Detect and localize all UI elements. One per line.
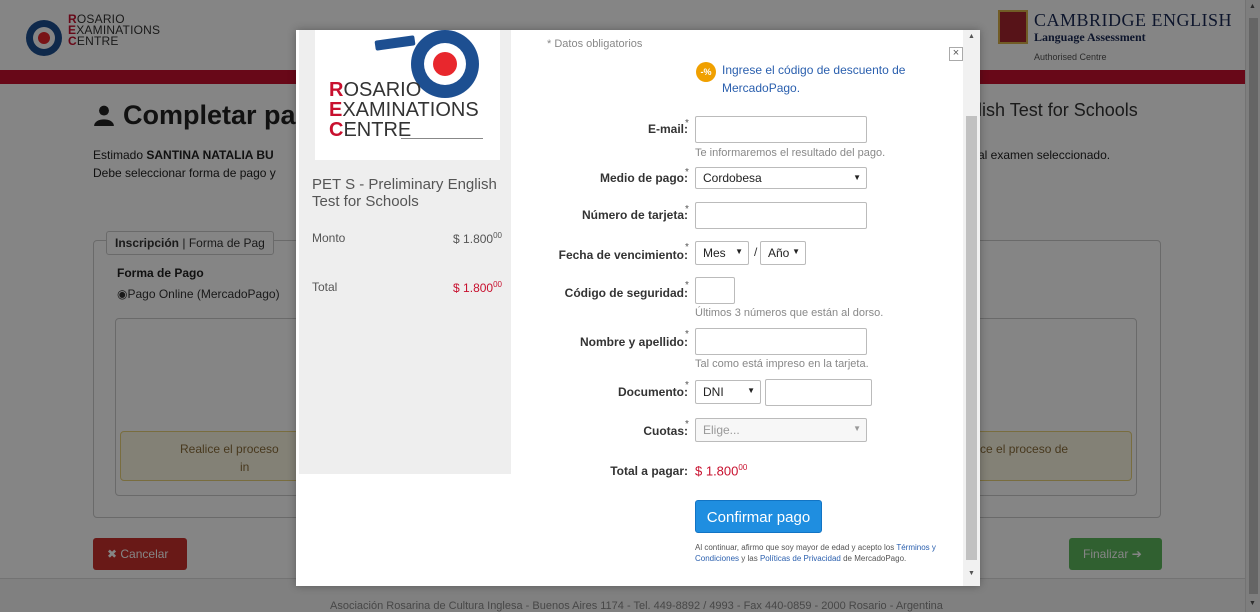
card-number-label: Número de tarjeta: xyxy=(581,208,688,222)
discount-icon: -% xyxy=(696,62,716,82)
scroll-down-icon[interactable]: ▼ xyxy=(968,570,975,577)
installments-select[interactable]: Elige... ▼ xyxy=(695,418,867,442)
security-code-label: Código de seguridad: xyxy=(564,286,688,300)
expiry-label: Fecha de vencimiento: xyxy=(558,248,688,262)
medio-de-pago-label: Medio de pago: xyxy=(600,171,688,185)
required-mark: * xyxy=(685,380,689,391)
required-note: * Datos obligatorios xyxy=(547,38,643,50)
total-to-pay-label: Total a pagar: xyxy=(610,464,688,478)
modal-scroll-thumb[interactable] xyxy=(966,116,977,560)
required-mark: * xyxy=(685,329,689,340)
name-label: Nombre y apellido: xyxy=(579,335,688,349)
legal-text: Al continuar, afirmo que soy mayor de ed… xyxy=(695,543,936,563)
name-field[interactable] xyxy=(695,328,867,355)
email-help: Te informaremos el resultado del pago. xyxy=(695,147,886,159)
card-number-field[interactable] xyxy=(695,202,867,229)
required-mark: * xyxy=(685,118,689,129)
chevron-down-icon: ▼ xyxy=(853,424,861,433)
chevron-down-icon: ▼ xyxy=(735,247,743,256)
expiry-year-select[interactable]: Año ▼ xyxy=(760,241,806,265)
document-label: Documento: xyxy=(618,385,688,399)
modal-rec-logo: ROSARIO EXAMINATIONS CENTRE xyxy=(315,30,500,160)
email-label: E-mail: xyxy=(647,122,688,136)
confirm-payment-button[interactable]: Confirmar pago xyxy=(695,500,822,533)
order-summary: ROSARIO EXAMINATIONS CENTRE PET S - Prel… xyxy=(299,30,511,474)
expiry-month-select[interactable]: Mes ▼ xyxy=(695,241,749,265)
total-value: $ 1.80000 xyxy=(453,280,502,295)
medio-de-pago-select[interactable]: Cordobesa ▼ xyxy=(695,167,867,189)
total-to-pay-value: $ 1.80000 xyxy=(695,463,748,479)
scroll-up-icon[interactable]: ▲ xyxy=(968,33,975,40)
document-number-field[interactable] xyxy=(765,379,872,406)
payment-modal: ROSARIO EXAMINATIONS CENTRE PET S - Prel… xyxy=(296,30,980,586)
chevron-down-icon: ▼ xyxy=(853,173,861,182)
privacy-link[interactable]: Políticas de Privacidad xyxy=(760,554,841,563)
email-field[interactable] xyxy=(695,116,867,143)
security-code-field[interactable] xyxy=(695,277,735,304)
required-mark: * xyxy=(685,167,689,178)
chevron-down-icon: ▼ xyxy=(747,386,755,395)
monto-row: Monto $ 1.80000 xyxy=(312,231,502,246)
required-mark: * xyxy=(685,204,689,215)
monto-value: $ 1.80000 xyxy=(453,231,502,246)
name-help: Tal como está impreso en la tarjeta. xyxy=(695,358,869,370)
document-type-select[interactable]: DNI ▼ xyxy=(695,380,761,404)
security-code-help: Últimos 3 números que están al dorso. xyxy=(695,307,884,319)
required-mark: * xyxy=(685,242,689,253)
product-name: PET S - Preliminary English Test for Sch… xyxy=(312,176,497,210)
discount-code-link[interactable]: Ingrese el código de descuento de Mercad… xyxy=(722,61,922,97)
date-separator: / xyxy=(754,245,758,259)
required-mark: * xyxy=(685,280,689,291)
close-modal-button[interactable]: × xyxy=(949,47,963,61)
required-mark: * xyxy=(685,419,689,430)
modal-scrollbar[interactable]: ▲ ▼ xyxy=(963,30,980,586)
chevron-down-icon: ▼ xyxy=(792,247,800,256)
total-row: Total $ 1.80000 xyxy=(312,280,502,295)
installments-label: Cuotas: xyxy=(643,424,688,438)
modal-logo-text: ROSARIO EXAMINATIONS CENTRE xyxy=(329,79,479,141)
logo-swoosh xyxy=(374,35,416,51)
